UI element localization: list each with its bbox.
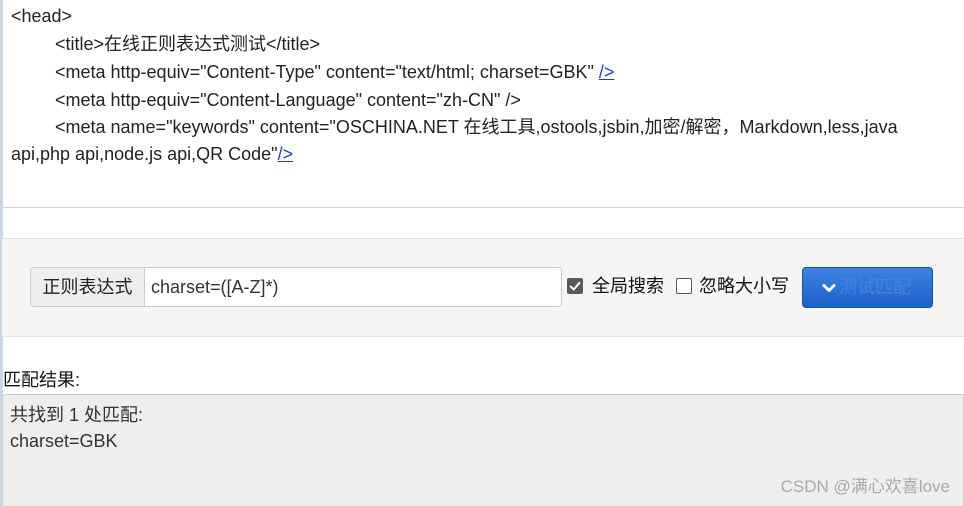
source-text-area[interactable]: <head> <title>在线正则表达式测试</title> <meta ht…	[2, 0, 964, 208]
regex-addon-label: 正则表达式	[30, 267, 144, 307]
global-search-checkbox[interactable]	[567, 278, 583, 294]
match-value: charset=GBK	[10, 431, 118, 451]
code-line-meta-keywords-cont-link[interactable]: />	[278, 144, 294, 164]
test-match-button[interactable]: 测试匹配	[802, 267, 933, 308]
checkmark-icon	[569, 281, 581, 291]
ignore-case-label[interactable]: 忽略大小写	[699, 275, 789, 297]
code-line-meta-content-type-link[interactable]: />	[599, 62, 615, 82]
global-search-label[interactable]: 全局搜索	[592, 275, 664, 297]
ignore-case-checkbox[interactable]	[676, 278, 692, 294]
code-line-meta-keywords: <meta name="keywords" content="OSCHINA.N…	[55, 117, 898, 137]
code-line-meta-content-language: <meta http-equiv="Content-Language" cont…	[55, 90, 521, 110]
chevron-down-icon	[822, 284, 836, 292]
test-match-button-label: 测试匹配	[839, 277, 911, 297]
regex-input[interactable]: charset=([A-Z]*)	[144, 267, 562, 307]
match-result-heading: 匹配结果:	[3, 370, 81, 390]
code-line-head: <head>	[11, 6, 73, 26]
code-line-meta-keywords-cont: api,php api,node.js api,QR Code"/>	[11, 142, 293, 166]
code-line-title: <title>在线正则表达式测试</title>	[55, 34, 321, 54]
code-line-meta-keywords-cont-text: api,php api,node.js api,QR Code"	[11, 144, 278, 164]
code-line-meta-content-type: <meta http-equiv="Content-Type" content=…	[55, 60, 614, 84]
code-line-meta-content-type-text: <meta http-equiv="Content-Type" content=…	[55, 62, 599, 82]
csdn-watermark: CSDN @满心欢喜love	[780, 477, 950, 496]
match-summary: 共找到 1 处匹配:	[10, 405, 144, 425]
